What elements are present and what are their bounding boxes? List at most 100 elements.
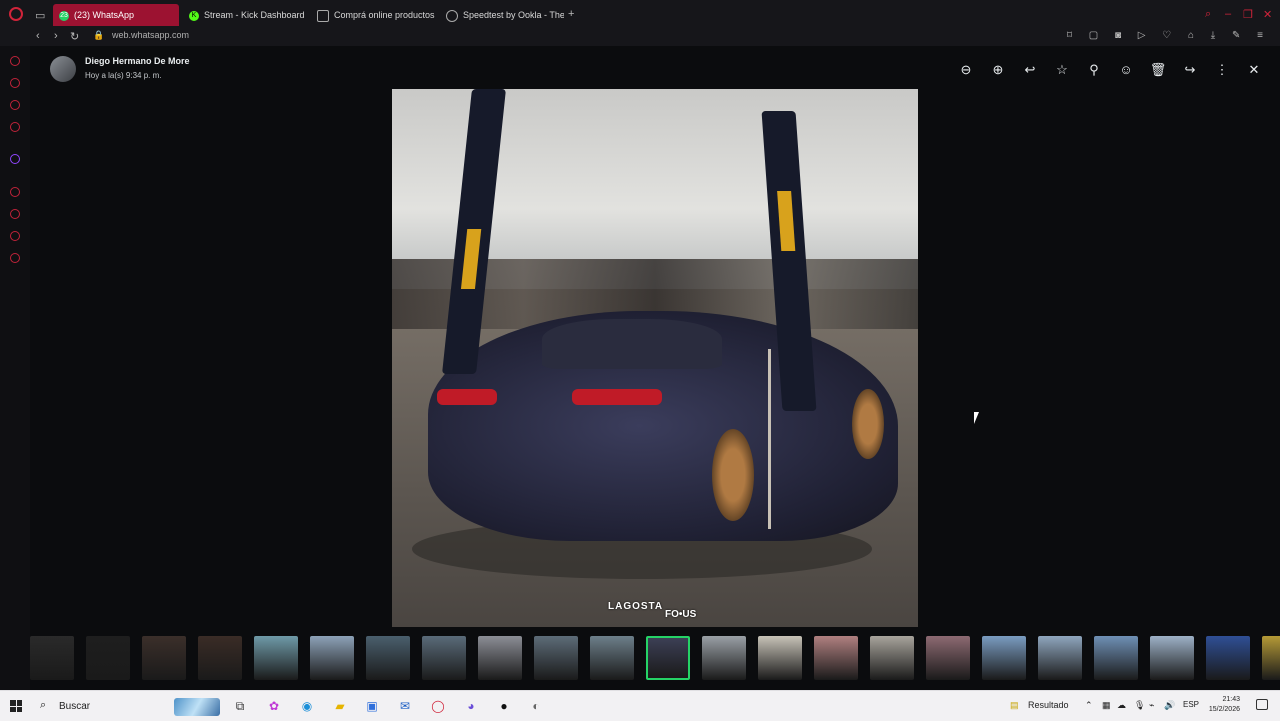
thumbnail[interactable] — [646, 636, 690, 680]
close-window-icon[interactable]: ✕ — [1263, 8, 1272, 21]
delete-icon[interactable]: 🗑 — [1148, 60, 1168, 80]
thumbnail[interactable] — [926, 636, 970, 680]
main-photo[interactable]: LAGOSTA FO•US — [392, 89, 918, 627]
media-viewer: Diego Hermano De More Hoy a la(s) 9:34 p… — [30, 46, 1280, 690]
reply-icon[interactable]: ↩ — [1020, 60, 1040, 80]
thumbnail[interactable] — [1038, 636, 1082, 680]
address-bar: ‹ › ↻ 🔒 web.whatsapp.com ⌑ ▢ ◙ ▷ ♡ ⌂ ⤓ ✎… — [0, 28, 1280, 46]
url-field[interactable]: web.whatsapp.com — [112, 30, 189, 40]
browser-tab-bar: ▭ 23 (23) WhatsApp K Stream - Kick Dashboa… — [0, 0, 1280, 28]
thumbnail[interactable] — [814, 636, 858, 680]
network-icon[interactable]: ⌁ — [1149, 700, 1154, 711]
thumbnail[interactable] — [198, 636, 242, 680]
outlook-icon[interactable]: ✉ — [397, 698, 413, 714]
chevron-up-icon[interactable]: ⌃ — [1085, 700, 1093, 711]
opera-taskbar-icon[interactable]: ◯ — [430, 698, 446, 714]
kick-favicon-icon: K — [189, 10, 199, 21]
contact-name: Diego Hermano De More — [85, 56, 190, 66]
thumbnail[interactable] — [254, 636, 298, 680]
sidebar-extensions-icon[interactable] — [10, 231, 20, 241]
tray-cloud-icon[interactable]: ☁ — [1117, 700, 1126, 711]
start-icon[interactable] — [10, 700, 22, 712]
page-favicon-icon — [317, 9, 329, 22]
search-tabs-icon[interactable]: ⌕ — [1205, 8, 1211, 21]
taskbar-search[interactable]: ⌕ Buscar — [34, 695, 224, 717]
mouse-cursor — [974, 412, 984, 424]
tab-label: Comprá online productos — [334, 10, 435, 20]
thumbnail[interactable] — [422, 636, 466, 680]
car-rear-window — [542, 319, 722, 369]
avatar[interactable] — [50, 56, 76, 82]
restore-icon[interactable]: ❐ — [1243, 8, 1253, 21]
tab-shop[interactable]: Comprá online productos — [311, 4, 435, 26]
tray-app-icon[interactable]: ▦ — [1102, 700, 1111, 711]
thumbnail[interactable] — [702, 636, 746, 680]
tab-speedtest[interactable]: Speedtest by Ookla - The — [440, 4, 564, 26]
sidebar-crypto-icon[interactable] — [10, 78, 20, 88]
reload-icon[interactable]: ↻ — [70, 30, 79, 43]
browser-sidebar — [0, 46, 30, 690]
thumbnail[interactable] — [870, 636, 914, 680]
thumbnail[interactable] — [86, 636, 130, 680]
thumbnail[interactable] — [478, 636, 522, 680]
thumbnail[interactable] — [30, 636, 74, 680]
search-label: Buscar — [59, 701, 91, 712]
steam-icon[interactable]: ◐ — [528, 698, 544, 714]
file-explorer-icon[interactable]: ▰ — [332, 698, 348, 714]
language-indicator[interactable]: ESP — [1183, 700, 1199, 709]
more-options-icon[interactable]: ⋮ — [1212, 60, 1232, 80]
task-view-icon[interactable]: ⧉ — [232, 698, 248, 714]
sidebar-aria-icon[interactable] — [10, 56, 20, 66]
widget-label[interactable]: Resultado — [1028, 700, 1069, 710]
sidebar-twitch-icon[interactable] — [10, 154, 20, 164]
widget-icon[interactable]: ▤ — [1010, 700, 1019, 711]
thumbnail[interactable] — [1150, 636, 1194, 680]
sidebar-settings-icon[interactable] — [10, 253, 20, 263]
sidebar-music-icon[interactable] — [10, 122, 20, 132]
clock-time: 21:43 — [1222, 696, 1240, 703]
taillight-left — [437, 389, 497, 405]
thumbnail[interactable] — [982, 636, 1026, 680]
browser-toolbar-icons[interactable]: ⌑ ▢ ◙ ▷ ♡ ⌂ ⤓ ✎ ≡ — [1067, 30, 1270, 41]
sidebar-messenger-icon[interactable] — [10, 100, 20, 110]
thumbnail[interactable] — [366, 636, 410, 680]
forward-icon[interactable]: › — [54, 30, 58, 42]
close-viewer-icon[interactable]: ✕ — [1244, 60, 1264, 80]
edge-icon[interactable]: ◉ — [299, 698, 315, 714]
back-icon[interactable]: ‹ — [36, 30, 40, 42]
thumbnail[interactable] — [142, 636, 186, 680]
thumbnail[interactable] — [1262, 636, 1280, 680]
thumbnail[interactable] — [310, 636, 354, 680]
store-icon[interactable]: ▣ — [364, 698, 380, 714]
new-tab-icon[interactable]: + — [568, 8, 574, 20]
zoom-out-icon[interactable]: ⊖ — [956, 60, 976, 80]
copilot-icon[interactable]: ✿ — [266, 698, 282, 714]
notification-icon[interactable] — [1256, 699, 1268, 710]
tab-whatsapp[interactable]: 23 (23) WhatsApp — [53, 4, 179, 26]
speedtest-favicon-icon — [446, 9, 458, 22]
zoom-in-icon[interactable]: ⊕ — [988, 60, 1008, 80]
tab-label: (23) WhatsApp — [74, 10, 135, 20]
thumbnail[interactable] — [1094, 636, 1138, 680]
minimize-icon[interactable]: – — [1225, 8, 1231, 20]
forward-message-icon[interactable]: ↪ — [1180, 60, 1200, 80]
sidebar-history-icon[interactable] — [10, 209, 20, 219]
wheel-front — [852, 389, 884, 459]
volume-icon[interactable]: 🔊 — [1164, 700, 1175, 711]
star-icon[interactable]: ☆ — [1052, 60, 1072, 80]
clock[interactable]: 21:43 15/2/2026 — [1209, 695, 1240, 715]
app-icon[interactable]: ● — [496, 698, 512, 714]
sidebar-player-icon[interactable] — [10, 187, 20, 197]
thumbnail[interactable] — [758, 636, 802, 680]
tab-kick[interactable]: K Stream - Kick Dashboard — [183, 4, 308, 26]
pin-icon[interactable]: ⚲ — [1084, 60, 1104, 80]
discord-icon[interactable]: ◕ — [463, 698, 479, 714]
thumbnail[interactable] — [590, 636, 634, 680]
emoji-icon[interactable]: ☺ — [1116, 60, 1136, 80]
watermark-logo: LAGOSTA — [608, 601, 664, 612]
opera-logo-icon[interactable] — [9, 7, 23, 21]
thumbnail[interactable] — [1206, 636, 1250, 680]
thumbnail[interactable] — [534, 636, 578, 680]
microphone-icon[interactable]: 🎙 — [1134, 700, 1145, 711]
tab-menu-icon[interactable]: ▭ — [35, 9, 45, 22]
